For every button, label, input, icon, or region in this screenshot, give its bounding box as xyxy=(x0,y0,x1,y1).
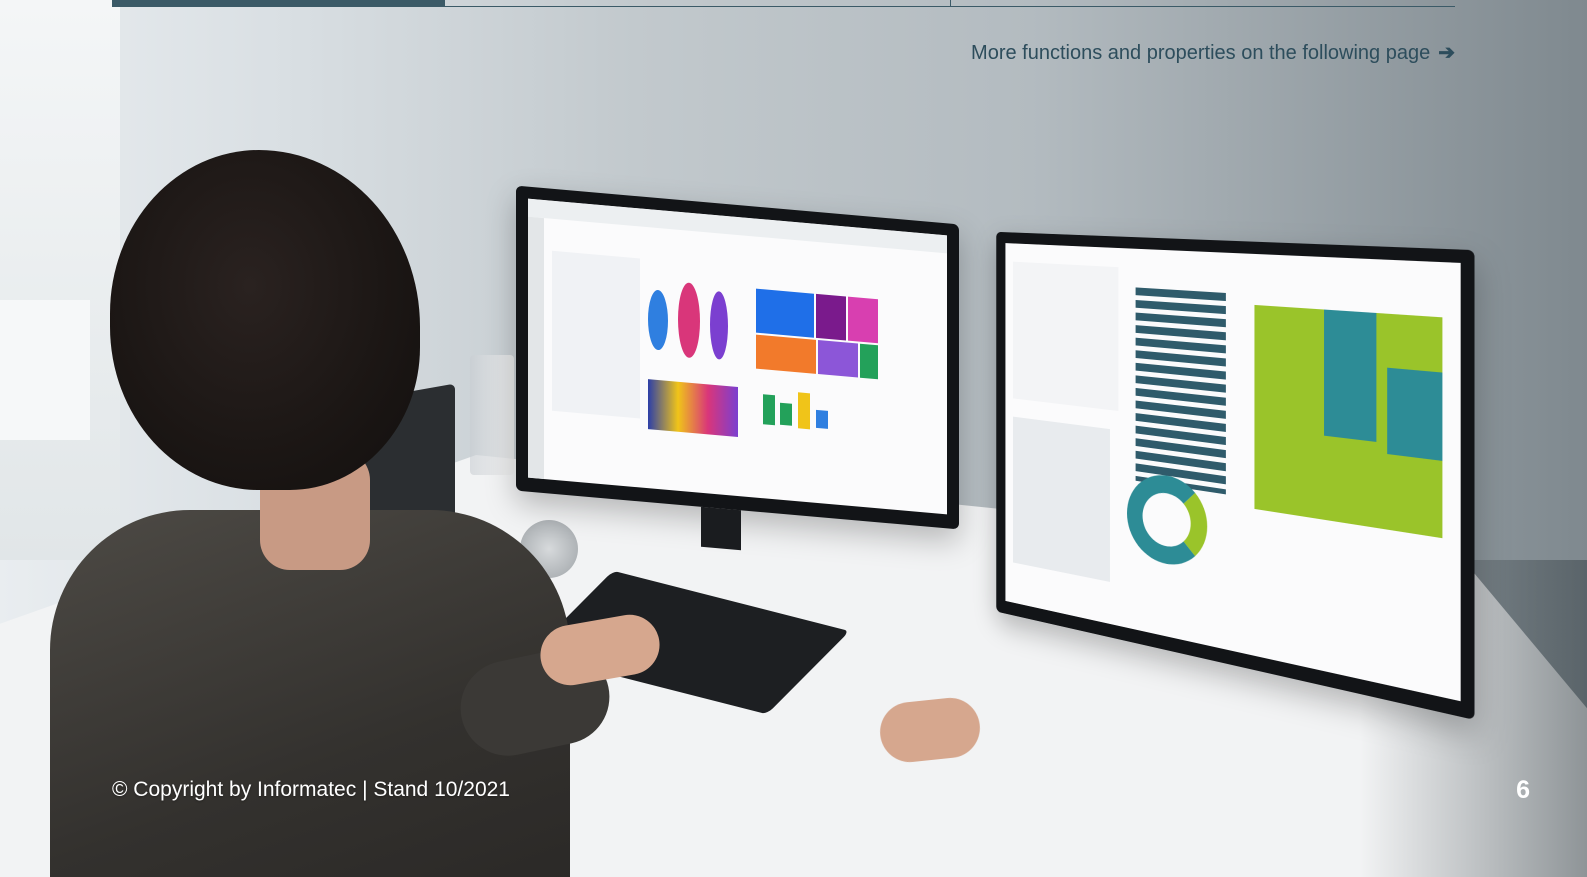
copyright-footer: © Copyright by Informatec | Stand 10/202… xyxy=(112,778,510,801)
next-page-link[interactable]: More functions and properties on the fol… xyxy=(971,40,1455,65)
hero-photo xyxy=(0,0,1587,877)
header-divider xyxy=(950,0,951,6)
person xyxy=(30,150,619,877)
header-rule xyxy=(112,0,1455,7)
left-monitor-screen xyxy=(528,198,947,515)
header-accent-bar xyxy=(112,0,445,6)
page-number: 6 xyxy=(1516,776,1530,804)
arrow-right-icon: ➔ xyxy=(1438,42,1455,64)
left-monitor-stand xyxy=(701,506,741,551)
next-page-link-label: More functions and properties on the fol… xyxy=(971,42,1431,64)
